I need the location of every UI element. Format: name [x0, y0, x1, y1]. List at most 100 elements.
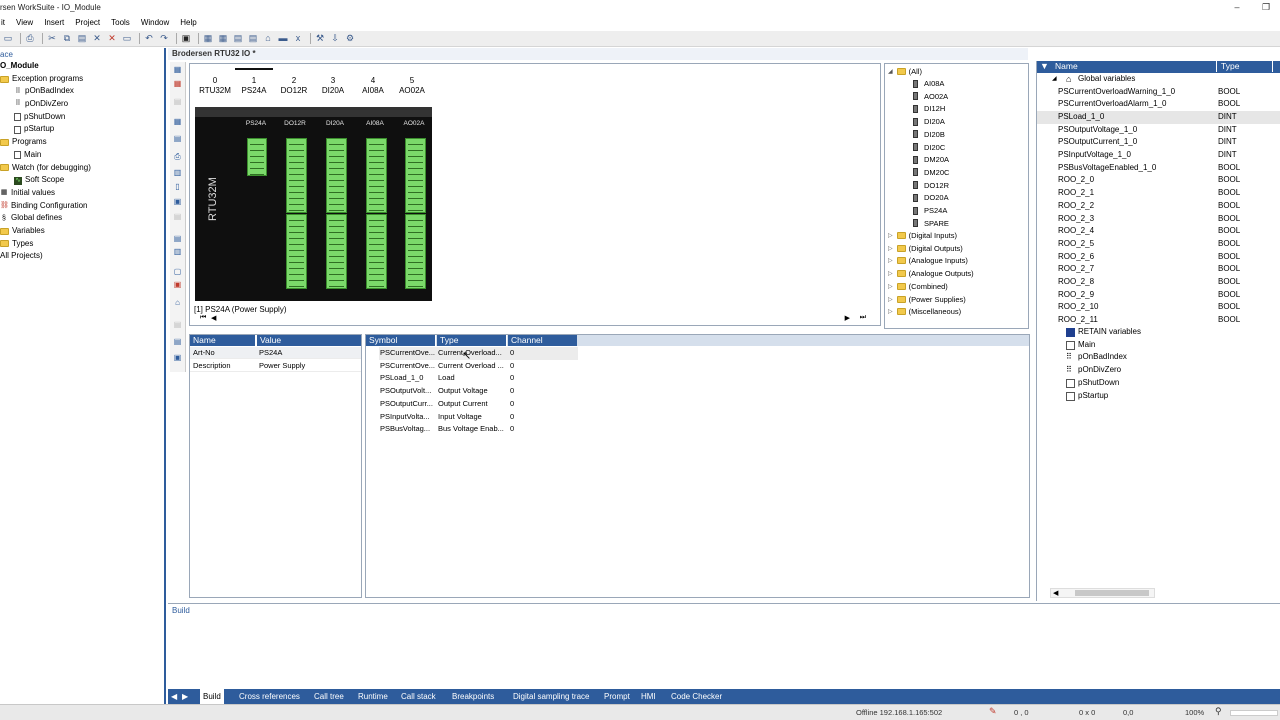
channel-row[interactable]: PSOutputVolt... Output Voltage 0 — [379, 385, 578, 398]
library-item[interactable]: AO02A — [913, 92, 948, 101]
undo-icon[interactable]: ↶ — [143, 33, 155, 44]
delete-all-icon[interactable]: ✕ — [106, 33, 118, 44]
variable-group-row[interactable]: Main — [1037, 339, 1280, 352]
bottom-tab[interactable]: Prompt — [604, 689, 630, 704]
print-icon[interactable]: ⎙ — [24, 33, 36, 44]
column-header-type[interactable]: Type — [437, 335, 507, 346]
library-item[interactable]: ▷ (Digital Outputs) — [888, 244, 963, 253]
library-item[interactable]: ▷ (Analogue Outputs) — [888, 269, 974, 278]
slot-name[interactable]: AO02A — [392, 86, 432, 95]
restore-button[interactable]: ❐ — [1260, 2, 1272, 12]
variable-row[interactable]: ROO_2_3 BOOL — [1037, 213, 1280, 226]
tree-item[interactable]: § Global defines — [0, 212, 91, 225]
variable-row[interactable]: ROO_2_8 BOOL — [1037, 276, 1280, 289]
channel-row[interactable]: PSInputVolta... Input Voltage 0 — [379, 411, 578, 424]
green-tag-icon[interactable]: ▣ — [172, 197, 183, 207]
bottom-tab[interactable]: Call tree — [314, 689, 344, 704]
tree-item[interactable]: Watch (for debugging) — [0, 162, 91, 175]
slot-name[interactable]: AI08A — [353, 86, 393, 95]
library-item[interactable]: SPARE — [913, 219, 949, 228]
tree-item[interactable]: ⠿ pOnDivZero — [0, 98, 91, 111]
redo-icon[interactable]: ↷ — [158, 33, 170, 44]
variable-row[interactable]: PSOutputCurrent_1_0 DINT — [1037, 136, 1280, 149]
tree-item[interactable]: Main — [0, 149, 91, 162]
tree-item[interactable]: ⠿ pOnBadIndex — [0, 85, 91, 98]
column-header-name[interactable]: Name — [190, 335, 256, 346]
tree-item[interactable]: pShutDown — [0, 111, 91, 124]
monitor-icon[interactable]: ▬ — [277, 33, 289, 44]
menu-help[interactable]: Help — [179, 18, 197, 27]
page-icon[interactable]: ▤ — [232, 33, 244, 44]
bottom-tab[interactable]: Breakpoints — [452, 689, 494, 704]
variable-group-row[interactable]: ⠿ pOnBadIndex — [1037, 351, 1280, 364]
menu-edit[interactable]: it — [0, 18, 6, 27]
channel-row[interactable]: PSCurrentOve... Current Overload ... 0 — [379, 360, 578, 373]
library-item[interactable]: ▷ (Miscellaneous) — [888, 307, 961, 316]
library-item[interactable]: AI08A — [913, 79, 944, 88]
document-icon[interactable]: ▯ — [172, 182, 183, 192]
tree-item[interactable]: All Projects) — [0, 250, 91, 263]
library-item[interactable]: ▷ (Power Supplies) — [888, 295, 966, 304]
download-icon[interactable]: ⇩ — [329, 33, 341, 44]
library-item[interactable]: PS24A — [913, 206, 947, 215]
move-up-icon[interactable]: ▤ — [172, 97, 183, 107]
remove-module-icon[interactable]: ▦ — [172, 79, 183, 89]
variables-horizontal-scrollbar[interactable]: ◀ — [1050, 588, 1155, 598]
terminal-icon[interactable]: ▣ — [180, 33, 192, 44]
var-column-header-name[interactable]: Name — [1052, 61, 1217, 72]
home-icon[interactable]: ⌂ — [262, 33, 274, 44]
library-item[interactable]: ▷ (Combined) — [888, 282, 948, 291]
channel-row[interactable]: PSBusVoltag... Bus Voltage Enab... 0 — [379, 423, 578, 436]
tree-item[interactable]: ∿ Soft Scope — [0, 174, 91, 187]
tree-item[interactable]: Variables — [0, 225, 91, 238]
slot-name[interactable]: DI20A — [313, 86, 353, 95]
expand-arrow-icon[interactable]: ▷ — [888, 308, 893, 315]
column-header-symbol[interactable]: Symbol — [366, 335, 436, 346]
slot-name[interactable]: PS24A — [234, 86, 274, 95]
variable-row[interactable]: ROO_2_6 BOOL — [1037, 251, 1280, 264]
delete-frame-icon[interactable]: ▣ — [172, 280, 183, 290]
paste-icon[interactable]: ▤ — [76, 33, 88, 44]
menu-tools[interactable]: Tools — [110, 18, 131, 27]
menu-insert[interactable]: Insert — [43, 18, 65, 27]
variable-row[interactable]: ROO_2_2 BOOL — [1037, 200, 1280, 213]
variable-group-row[interactable]: pShutDown — [1037, 377, 1280, 390]
copy-icon[interactable]: ⧉ — [61, 33, 73, 44]
pages-icon[interactable]: ▤ — [247, 33, 259, 44]
library-item[interactable]: DM20A — [913, 155, 949, 164]
zoom-slider[interactable] — [1230, 710, 1278, 716]
bottom-tab[interactable]: Runtime — [358, 689, 388, 704]
cut-icon[interactable]: ✂ — [46, 33, 58, 44]
table-icon[interactable]: ▤ — [172, 234, 183, 244]
add-module-icon[interactable]: ▦ — [172, 65, 183, 75]
channel-row[interactable]: PSCurrentOve... Current Overload... 0 — [379, 347, 578, 360]
variable-group-row[interactable]: ⠿ pOnDivZero — [1037, 364, 1280, 377]
column-header-value[interactable]: Value — [257, 335, 361, 346]
menu-window[interactable]: Window — [140, 18, 170, 27]
expand-arrow-icon[interactable]: ▷ — [888, 245, 893, 252]
collapse-arrow-icon[interactable]: ◢ — [1052, 73, 1057, 86]
variable-row[interactable]: ROO_2_4 BOOL — [1037, 225, 1280, 238]
expand-arrow-icon[interactable]: ▷ — [888, 296, 893, 303]
debug-icon[interactable]: ⚙ — [344, 33, 356, 44]
property-row[interactable]: Description Power Supply — [190, 360, 361, 372]
library-item[interactable]: ◢ (All) — [888, 67, 922, 76]
rack-horizontal-scrollbar[interactable]: ⏮ ◀ ▶ ⏭ — [194, 314, 876, 324]
columns-icon[interactable]: ▥ — [172, 247, 183, 257]
column-header-channel[interactable]: Channel — [508, 335, 577, 346]
variable-row[interactable]: PSInputVoltage_1_0 DINT — [1037, 149, 1280, 162]
library-item[interactable]: DI20C — [913, 143, 945, 152]
grid-icon[interactable]: ▦ — [202, 33, 214, 44]
tree-item[interactable]: ⛓ Binding Configuration — [0, 200, 91, 213]
tree-item[interactable]: ▦ Initial values — [0, 187, 91, 200]
var-column-header-type[interactable]: Type — [1218, 61, 1273, 72]
expand-arrow-icon[interactable]: ▷ — [888, 257, 893, 264]
variable-row[interactable]: PSLoad_1_0 DINT — [1037, 110, 1280, 124]
variable-row[interactable]: ROO_2_5 BOOL — [1037, 238, 1280, 251]
collapse-arrow-icon[interactable]: ◢ — [888, 68, 893, 75]
library-item[interactable]: DI20B — [913, 130, 945, 139]
variable-icon[interactable]: x — [292, 33, 304, 44]
channel-row[interactable]: PSLoad_1_0 Load 0 — [379, 372, 578, 385]
library-item[interactable]: ▷ (Analogue Inputs) — [888, 256, 968, 265]
expand-arrow-icon[interactable]: ▷ — [888, 232, 893, 239]
